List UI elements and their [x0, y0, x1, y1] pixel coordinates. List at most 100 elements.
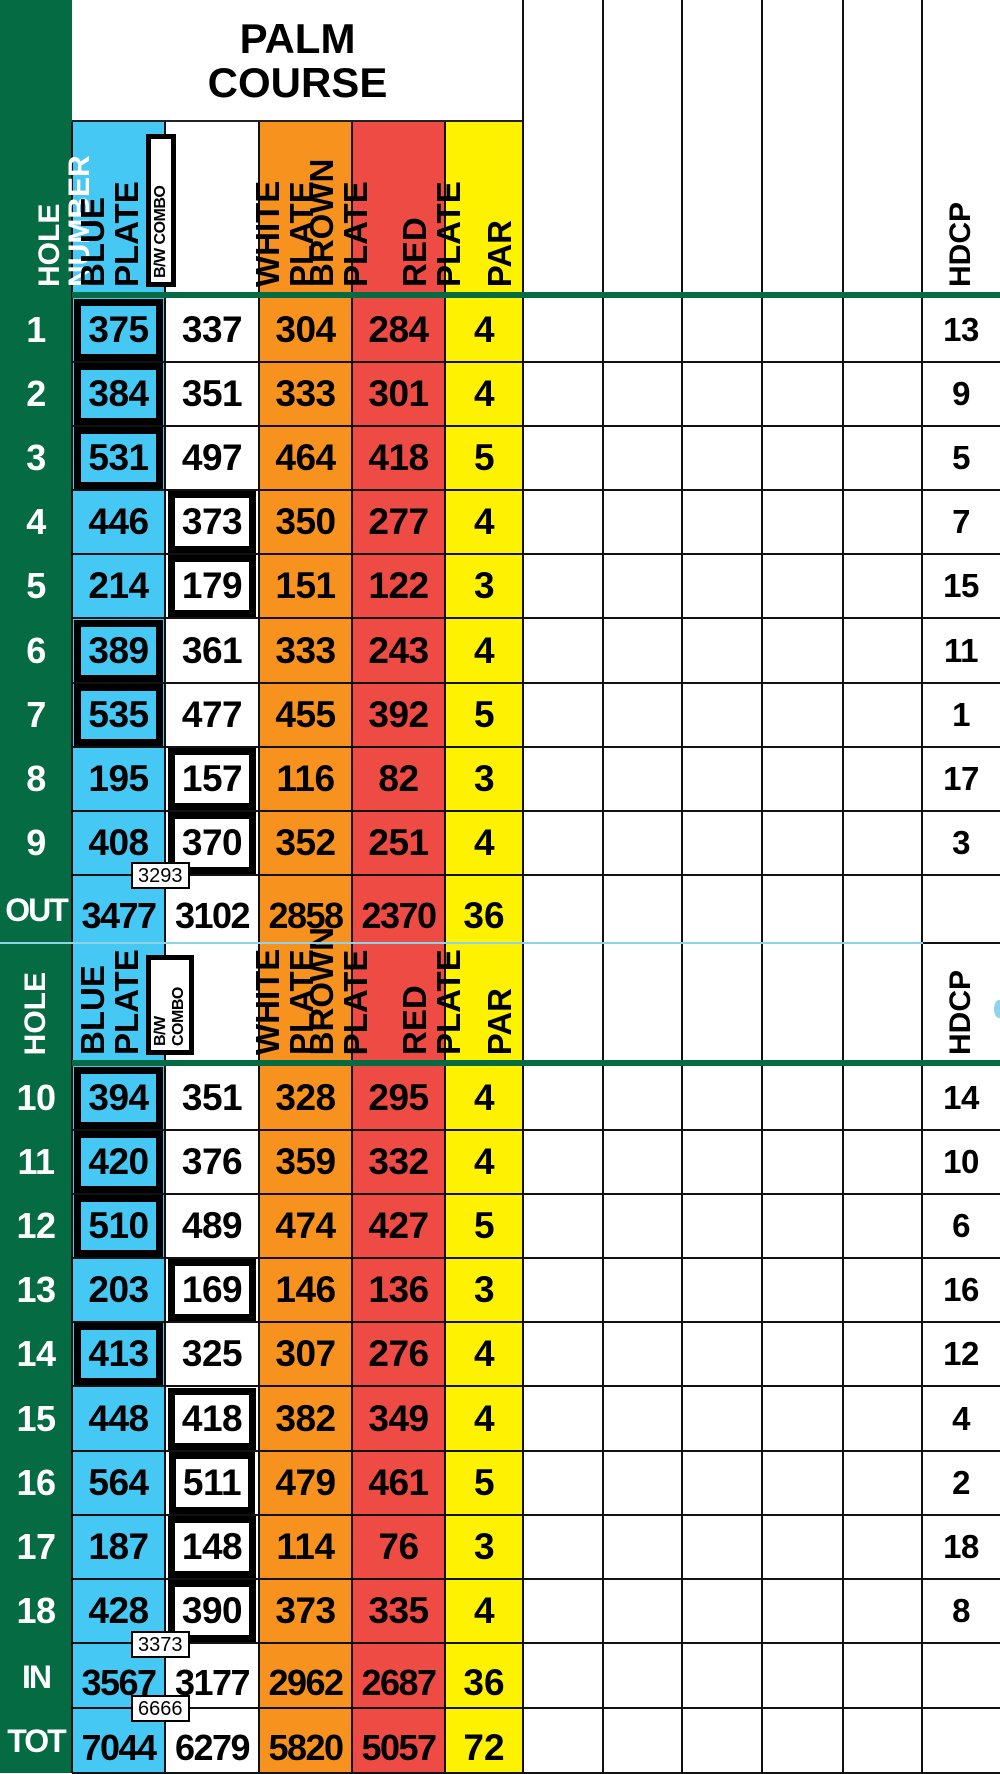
score-entry-cell[interactable]	[763, 811, 842, 875]
score-entry-cell[interactable]	[763, 1322, 842, 1386]
score-entry-cell[interactable]	[683, 1708, 761, 1773]
score-entry-cell[interactable]	[604, 1515, 681, 1579]
score-entry-cell[interactable]	[844, 1451, 921, 1515]
score-entry-cell[interactable]	[524, 1322, 602, 1386]
score-entry-cell[interactable]	[763, 1644, 842, 1708]
score-entry-cell[interactable]	[844, 1258, 921, 1322]
score-entry-cell[interactable]	[763, 1451, 842, 1515]
score-entry-cell[interactable]	[683, 1066, 761, 1130]
score-entry-cell[interactable]	[604, 683, 681, 747]
score-entry-cell[interactable]	[763, 1194, 842, 1258]
score-entry-cell[interactable]	[524, 1644, 602, 1708]
score-entry-cell[interactable]	[844, 1322, 921, 1386]
score-entry-cell[interactable]	[604, 619, 681, 683]
score-entry-cell[interactable]	[844, 1130, 921, 1194]
score-entry-cell[interactable]	[844, 490, 921, 554]
score-entry-cell[interactable]	[524, 619, 602, 683]
score-entry-cell[interactable]	[604, 1130, 681, 1194]
score-entry-cell[interactable]	[524, 1194, 602, 1258]
score-entry-cell[interactable]	[763, 1066, 842, 1130]
score-entry-cell[interactable]	[683, 747, 761, 811]
score-entry-cell[interactable]	[763, 747, 842, 811]
score-entry-cell[interactable]	[524, 554, 602, 618]
score-entry-cell[interactable]	[763, 683, 842, 747]
score-entry-cell[interactable]	[844, 1708, 921, 1773]
score-entry-cell[interactable]	[524, 1387, 602, 1451]
score-entry-cell[interactable]	[524, 1066, 602, 1130]
score-entry-cell[interactable]	[844, 1194, 921, 1258]
score-entry-cell[interactable]	[524, 362, 602, 426]
score-entry-cell[interactable]	[524, 1708, 602, 1773]
score-entry-cell[interactable]	[524, 298, 602, 362]
score-entry-cell[interactable]	[683, 490, 761, 554]
score-entry-cell[interactable]	[604, 362, 681, 426]
score-entry-cell[interactable]	[604, 875, 681, 943]
score-entry-cell[interactable]	[604, 1258, 681, 1322]
score-entry-cell[interactable]	[844, 1515, 921, 1579]
score-entry-cell[interactable]	[683, 426, 761, 490]
score-entry-cell[interactable]	[763, 875, 842, 943]
score-entry-cell[interactable]	[683, 1387, 761, 1451]
score-entry-cell[interactable]	[683, 1322, 761, 1386]
score-entry-cell[interactable]	[844, 1579, 921, 1643]
score-entry-cell[interactable]	[604, 1579, 681, 1643]
score-entry-cell[interactable]	[683, 619, 761, 683]
score-entry-cell[interactable]	[683, 298, 761, 362]
score-entry-cell[interactable]	[844, 811, 921, 875]
score-entry-cell[interactable]	[524, 1515, 602, 1579]
score-entry-cell[interactable]	[844, 1387, 921, 1451]
score-entry-cell[interactable]	[524, 875, 602, 943]
score-entry-cell[interactable]	[844, 1644, 921, 1708]
score-entry-cell[interactable]	[683, 1579, 761, 1643]
score-entry-cell[interactable]	[683, 1644, 761, 1708]
score-entry-cell[interactable]	[763, 1579, 842, 1643]
score-entry-cell[interactable]	[844, 298, 921, 362]
score-entry-cell[interactable]	[683, 1258, 761, 1322]
score-entry-cell[interactable]	[524, 1130, 602, 1194]
score-entry-cell[interactable]	[844, 1066, 921, 1130]
score-entry-cell[interactable]	[604, 298, 681, 362]
score-entry-cell[interactable]	[604, 1708, 681, 1773]
score-entry-cell[interactable]	[683, 362, 761, 426]
score-entry-cell[interactable]	[604, 1644, 681, 1708]
score-entry-cell[interactable]	[763, 1387, 842, 1451]
score-entry-cell[interactable]	[524, 490, 602, 554]
score-entry-cell[interactable]	[604, 1322, 681, 1386]
score-entry-cell[interactable]	[763, 490, 842, 554]
score-entry-cell[interactable]	[604, 1451, 681, 1515]
score-entry-cell[interactable]	[683, 811, 761, 875]
score-entry-cell[interactable]	[524, 1258, 602, 1322]
score-entry-cell[interactable]	[604, 811, 681, 875]
score-entry-cell[interactable]	[763, 554, 842, 618]
score-entry-cell[interactable]	[604, 1194, 681, 1258]
score-entry-cell[interactable]	[683, 683, 761, 747]
score-entry-cell[interactable]	[844, 362, 921, 426]
score-entry-cell[interactable]	[844, 683, 921, 747]
score-entry-cell[interactable]	[524, 747, 602, 811]
score-entry-cell[interactable]	[683, 875, 761, 943]
score-entry-cell[interactable]	[763, 1708, 842, 1773]
score-entry-cell[interactable]	[524, 1579, 602, 1643]
score-entry-cell[interactable]	[844, 554, 921, 618]
score-entry-cell[interactable]	[763, 298, 842, 362]
score-entry-cell[interactable]	[604, 490, 681, 554]
score-entry-cell[interactable]	[763, 1515, 842, 1579]
score-entry-cell[interactable]	[763, 619, 842, 683]
score-entry-cell[interactable]	[844, 619, 921, 683]
score-entry-cell[interactable]	[844, 747, 921, 811]
score-entry-cell[interactable]	[763, 1130, 842, 1194]
score-entry-cell[interactable]	[683, 1130, 761, 1194]
score-entry-cell[interactable]	[604, 747, 681, 811]
score-entry-cell[interactable]	[844, 875, 921, 943]
score-entry-cell[interactable]	[763, 362, 842, 426]
score-entry-cell[interactable]	[683, 1451, 761, 1515]
score-entry-cell[interactable]	[683, 1194, 761, 1258]
score-entry-cell[interactable]	[683, 554, 761, 618]
score-entry-cell[interactable]	[604, 426, 681, 490]
score-entry-cell[interactable]	[604, 554, 681, 618]
score-entry-cell[interactable]	[844, 426, 921, 490]
score-entry-cell[interactable]	[604, 1387, 681, 1451]
score-entry-cell[interactable]	[524, 1451, 602, 1515]
score-entry-cell[interactable]	[524, 683, 602, 747]
score-entry-cell[interactable]	[604, 1066, 681, 1130]
